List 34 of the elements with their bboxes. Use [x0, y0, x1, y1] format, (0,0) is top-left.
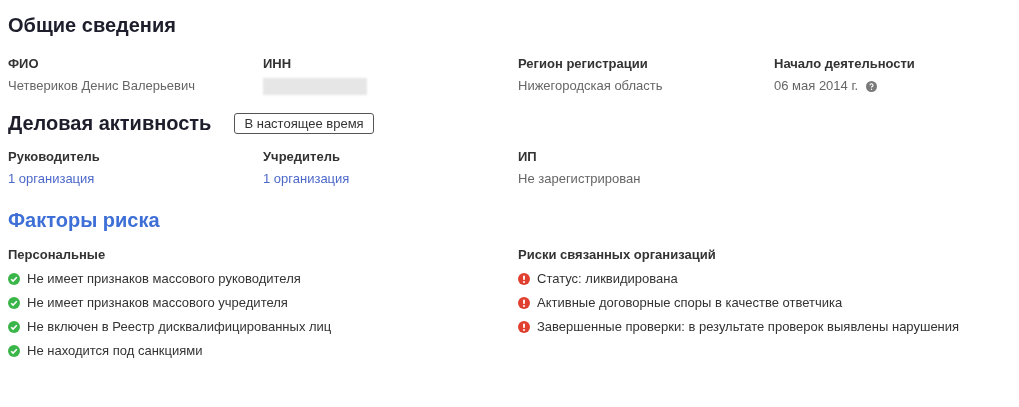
- period-button[interactable]: В настоящее время: [234, 112, 374, 134]
- field-value: 06 мая 2014 г.: [774, 78, 859, 94]
- warning-icon: [518, 297, 530, 309]
- risk-factor: Завершенные проверки: в результате проверок выявлены нарушения: [537, 319, 960, 335]
- group-title: Персональные: [8, 247, 107, 263]
- risk-factor: Не включен в Реестр дисквалифицированных лиц: [27, 319, 332, 335]
- field-label: Руководитель: [8, 149, 100, 165]
- check-icon: [8, 345, 20, 357]
- field-label: Регион регистрации: [518, 56, 649, 72]
- risk-factor: Активные договорные споры в качестве ответчика: [537, 295, 843, 311]
- check-icon: [8, 273, 20, 285]
- check-icon: [8, 297, 20, 309]
- warning-icon: [518, 273, 530, 285]
- field-label: ИП: [518, 149, 537, 165]
- field-label: ФИО: [8, 56, 40, 72]
- organization-link[interactable]: 1 организация: [8, 171, 95, 187]
- group-title: Риски связанных организаций: [518, 247, 717, 263]
- help-icon[interactable]: [866, 80, 878, 92]
- risk-factor: Не находится под санкциями: [27, 343, 203, 359]
- section-title: Деловая активность: [8, 111, 212, 136]
- check-icon: [8, 321, 20, 333]
- field-value: Не зарегистрирован: [518, 171, 641, 187]
- risk-factor: Не имеет признаков массового учредителя: [27, 295, 288, 311]
- risk-factor: Статус: ликвидирована: [537, 271, 678, 287]
- section-title: Факторы риска: [8, 208, 161, 233]
- field-value: Нижегородская область: [518, 78, 663, 94]
- field-label: Учредитель: [263, 149, 340, 165]
- warning-icon: [518, 321, 530, 333]
- field-label: Начало деятельности: [774, 56, 916, 72]
- field-value: Четвериков Денис Валерьевич: [8, 78, 195, 94]
- field-label: ИНН: [263, 56, 293, 72]
- risk-factor: Не имеет признаков массового руководителя: [27, 271, 301, 287]
- section-title: Общие сведения: [8, 13, 177, 38]
- organization-link[interactable]: 1 организация: [263, 171, 350, 187]
